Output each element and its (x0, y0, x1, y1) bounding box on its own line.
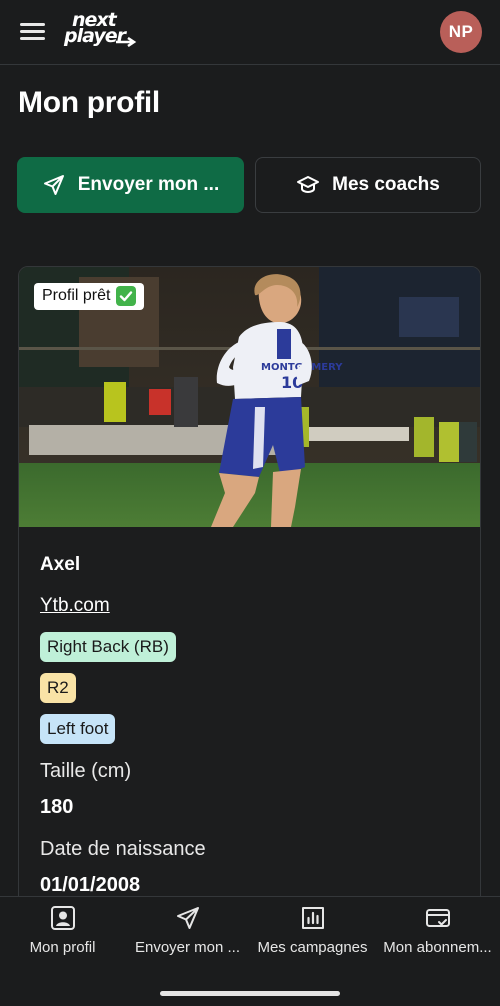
avatar[interactable]: NP (440, 11, 482, 53)
nav-item-subscription[interactable]: Mon abonnem... (375, 905, 500, 956)
profile-ready-label: Profil prêt (42, 287, 111, 304)
birthdate-value: 01/01/2008 (40, 874, 141, 896)
nav-label-campaigns: Mes campagnes (257, 939, 368, 956)
birthdate-label: Date de naissance (40, 838, 206, 860)
graduation-cap-icon (297, 176, 320, 194)
nav-item-campaigns[interactable]: Mes campagnes (250, 905, 375, 956)
height-value: 180 (40, 796, 74, 818)
nav-label-my-profile: Mon profil (29, 939, 96, 956)
logo-arrow-icon (116, 37, 137, 47)
profile-icon (50, 906, 75, 930)
my-coaches-label: Mes coachs (332, 174, 440, 195)
nav-label-send-profile: Envoyer mon ... (134, 939, 241, 956)
check-icon (116, 286, 137, 306)
player-photo: MONTGOMERY 10 Profil prêt (19, 267, 480, 527)
bottom-navigation: Mon profil Envoyer mon ... Mes campagnes… (0, 896, 500, 1006)
send-profile-button[interactable]: Envoyer mon ... (17, 157, 244, 213)
foot-tag: Left foot (40, 714, 116, 744)
card-icon (425, 909, 450, 927)
player-name: Axel (40, 554, 81, 575)
nav-label-subscription: Mon abonnem... (383, 939, 492, 956)
level-tag: R2 (40, 673, 76, 703)
send-profile-label: Envoyer mon ... (77, 174, 220, 195)
height-label: Taille (cm) (40, 760, 132, 782)
send-icon (43, 175, 64, 195)
player-video-link[interactable]: Ytb.com (40, 595, 110, 617)
home-indicator[interactable] (160, 991, 340, 996)
top-app-bar: next player NP (0, 0, 500, 65)
profile-ready-badge: Profil prêt (34, 283, 145, 310)
nav-item-send-profile[interactable]: Envoyer mon ... (125, 905, 250, 956)
app-logo[interactable]: next player (64, 11, 140, 50)
my-coaches-button[interactable]: Mes coachs (255, 157, 481, 213)
chart-icon (301, 907, 324, 929)
profile-card: MONTGOMERY 10 Profil prêt Axel Ytb.com R… (18, 266, 481, 926)
nav-item-my-profile[interactable]: Mon profil (0, 905, 125, 956)
page-title: Mon profil (18, 86, 160, 119)
send-icon (176, 907, 199, 929)
menu-icon[interactable] (18, 20, 48, 44)
position-tag: Right Back (RB) (40, 632, 176, 662)
